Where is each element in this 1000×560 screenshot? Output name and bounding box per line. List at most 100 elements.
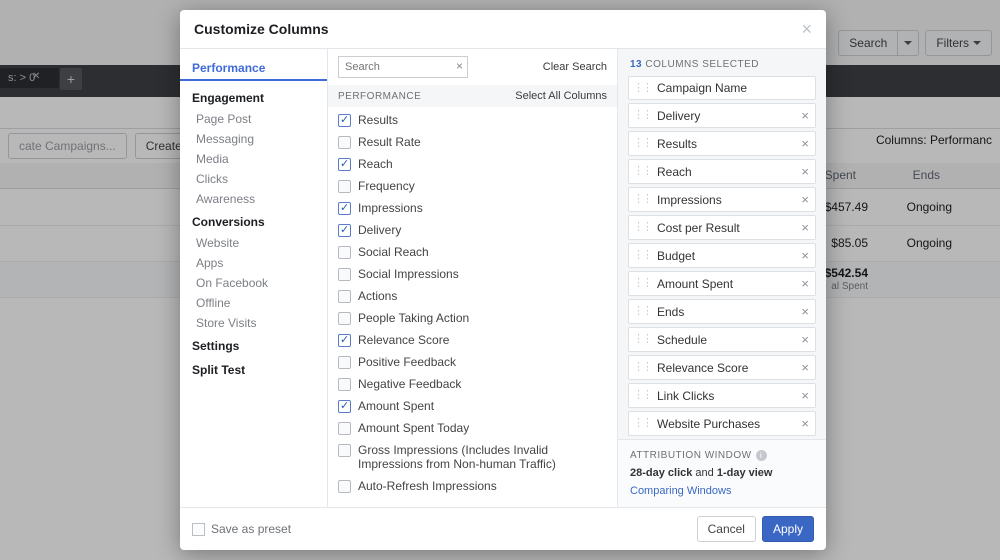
sidebar-item-clicks[interactable]: Clicks (180, 169, 327, 189)
sidebar-group-settings[interactable]: Settings (180, 333, 327, 357)
option-negative-feedback[interactable]: Negative Feedback (328, 373, 617, 395)
drag-handle-icon[interactable] (633, 110, 651, 121)
select-all-link[interactable]: Select All Columns (515, 90, 607, 102)
selected-link-clicks[interactable]: Link Clicks× (628, 383, 816, 408)
option-auto-refresh-impressions[interactable]: Auto-Refresh Impressions (328, 475, 617, 497)
option-checkbox[interactable] (338, 158, 351, 171)
option-checkbox[interactable] (338, 400, 351, 413)
option-amount-spent[interactable]: Amount Spent (328, 395, 617, 417)
remove-icon[interactable]: × (801, 332, 809, 347)
selected-cost-per-result[interactable]: Cost per Result× (628, 215, 816, 240)
remove-icon[interactable]: × (801, 136, 809, 151)
remove-icon[interactable]: × (801, 192, 809, 207)
sidebar-item-page-post[interactable]: Page Post (180, 109, 327, 129)
remove-icon[interactable]: × (801, 388, 809, 403)
option-reach[interactable]: Reach (328, 153, 617, 175)
option-checkbox[interactable] (338, 444, 351, 457)
option-impressions[interactable]: Impressions (328, 197, 617, 219)
selected-schedule[interactable]: Schedule× (628, 327, 816, 352)
remove-icon[interactable]: × (801, 220, 809, 235)
drag-handle-icon[interactable] (633, 138, 651, 149)
option-checkbox[interactable] (338, 378, 351, 391)
section-header: PERFORMANCE Select All Columns (328, 85, 617, 107)
drag-handle-icon[interactable] (633, 83, 651, 94)
apply-button[interactable]: Apply (762, 516, 814, 542)
remove-icon[interactable]: × (801, 304, 809, 319)
option-social-impressions[interactable]: Social Impressions (328, 263, 617, 285)
drag-handle-icon[interactable] (633, 362, 651, 373)
selected-website-purchases[interactable]: Website Purchases× (628, 411, 816, 436)
drag-handle-icon[interactable] (633, 166, 651, 177)
option-checkbox[interactable] (338, 224, 351, 237)
drag-handle-icon[interactable] (633, 390, 651, 401)
selected-ends[interactable]: Ends× (628, 299, 816, 324)
option-checkbox[interactable] (338, 180, 351, 193)
option-gross-impressions-includes-inv[interactable]: Gross Impressions (Includes Invalid Impr… (328, 439, 617, 475)
option-result-rate[interactable]: Result Rate (328, 131, 617, 153)
option-checkbox[interactable] (338, 422, 351, 435)
option-checkbox[interactable] (338, 356, 351, 369)
option-checkbox[interactable] (338, 114, 351, 127)
drag-handle-icon[interactable] (633, 250, 651, 261)
drag-handle-icon[interactable] (633, 222, 651, 233)
remove-icon[interactable]: × (801, 164, 809, 179)
selected-impressions[interactable]: Impressions× (628, 187, 816, 212)
drag-handle-icon[interactable] (633, 306, 651, 317)
option-delivery[interactable]: Delivery (328, 219, 617, 241)
remove-icon[interactable]: × (801, 416, 809, 431)
remove-icon[interactable]: × (801, 248, 809, 263)
option-frequency[interactable]: Frequency (328, 175, 617, 197)
drag-handle-icon[interactable] (633, 278, 651, 289)
sidebar-item-media[interactable]: Media (180, 149, 327, 169)
selected-delivery[interactable]: Delivery× (628, 103, 816, 128)
sidebar-item-on-facebook[interactable]: On Facebook (180, 273, 327, 293)
sidebar-group-performance[interactable]: Performance (180, 55, 327, 81)
selected-results[interactable]: Results× (628, 131, 816, 156)
option-checkbox[interactable] (338, 202, 351, 215)
modal-title: Customize Columns (194, 21, 329, 37)
option-positive-feedback[interactable]: Positive Feedback (328, 351, 617, 373)
option-checkbox[interactable] (338, 334, 351, 347)
sidebar-item-offline[interactable]: Offline (180, 293, 327, 313)
selected-relevance-score[interactable]: Relevance Score× (628, 355, 816, 380)
info-icon[interactable]: i (756, 450, 767, 461)
selected-amount-spent[interactable]: Amount Spent× (628, 271, 816, 296)
option-relevance-score[interactable]: Relevance Score (328, 329, 617, 351)
sidebar-item-messaging[interactable]: Messaging (180, 129, 327, 149)
drag-handle-icon[interactable] (633, 418, 651, 429)
comparing-windows-link[interactable]: Comparing Windows (630, 485, 731, 497)
sidebar-group-conversions[interactable]: Conversions (180, 209, 327, 233)
option-checkbox[interactable] (338, 136, 351, 149)
drag-handle-icon[interactable] (633, 194, 651, 205)
remove-icon[interactable]: × (801, 360, 809, 375)
sidebar-group-split-test[interactable]: Split Test (180, 357, 327, 381)
sidebar-item-apps[interactable]: Apps (180, 253, 327, 273)
selected-reach[interactable]: Reach× (628, 159, 816, 184)
search-input[interactable] (338, 56, 468, 78)
option-amount-spent-today[interactable]: Amount Spent Today (328, 417, 617, 439)
option-checkbox[interactable] (338, 246, 351, 259)
sidebar-group-engagement[interactable]: Engagement (180, 85, 327, 109)
option-social-reach[interactable]: Social Reach (328, 241, 617, 263)
cancel-button[interactable]: Cancel (697, 516, 756, 542)
option-checkbox[interactable] (338, 480, 351, 493)
sidebar-item-store-visits[interactable]: Store Visits (180, 313, 327, 333)
sidebar-item-awareness[interactable]: Awareness (180, 189, 327, 209)
sidebar-item-website[interactable]: Website (180, 233, 327, 253)
clear-search-link[interactable]: Clear Search (543, 61, 607, 73)
close-icon[interactable]: × (801, 20, 812, 38)
remove-icon[interactable]: × (801, 276, 809, 291)
option-checkbox[interactable] (338, 290, 351, 303)
option-checkbox[interactable] (338, 268, 351, 281)
option-people-taking-action[interactable]: People Taking Action (328, 307, 617, 329)
save-preset-checkbox[interactable]: Save as preset (192, 522, 291, 536)
drag-handle-icon[interactable] (633, 334, 651, 345)
save-preset-label: Save as preset (211, 522, 291, 536)
option-actions[interactable]: Actions (328, 285, 617, 307)
remove-icon[interactable]: × (801, 108, 809, 123)
clear-input-icon[interactable]: × (456, 59, 463, 73)
option-results[interactable]: Results (328, 109, 617, 131)
selected-campaign-name[interactable]: Campaign Name (628, 76, 816, 100)
selected-budget[interactable]: Budget× (628, 243, 816, 268)
option-checkbox[interactable] (338, 312, 351, 325)
